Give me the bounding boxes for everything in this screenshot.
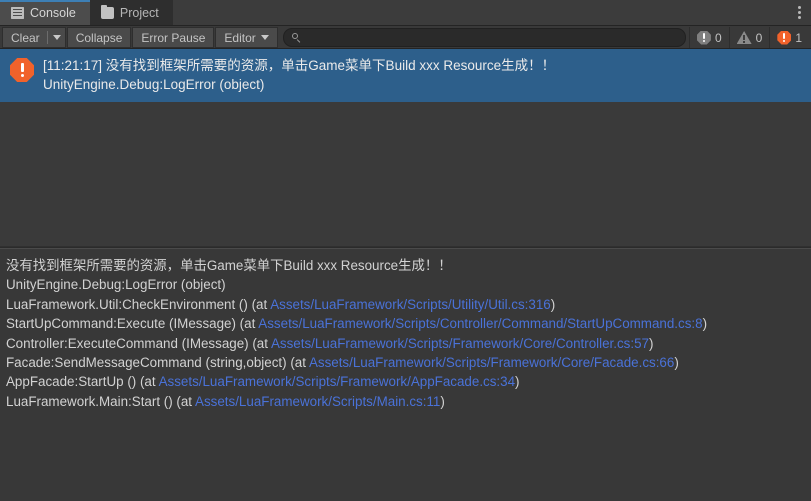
window-tab-bar: Console Project <box>0 0 811 26</box>
error-count: 0 <box>714 30 722 45</box>
collapse-label: Collapse <box>75 30 123 45</box>
stacktrace-file-link[interactable]: Assets/LuaFramework/Scripts/Controller/C… <box>258 316 702 331</box>
stacktrace-segment: Facade:SendMessageCommand (string,object… <box>6 355 309 371</box>
stacktrace-line: Controller:ExecuteCommand (IMessage) (at… <box>6 334 805 353</box>
folder-icon <box>100 4 114 19</box>
tab-console[interactable]: Console <box>0 0 90 25</box>
log-entry-line1: [11:21:17] 没有找到框架所需要的资源，单击Game菜单下Build x… <box>43 58 556 73</box>
stacktrace-line: 没有找到框架所需要的资源，单击Game菜单下Build xxx Resource… <box>6 256 805 275</box>
kebab-menu-icon <box>797 11 801 14</box>
editor-dropdown-label: Editor <box>224 30 256 45</box>
warning-count: 0 <box>755 30 763 45</box>
stacktrace-file-link[interactable]: Assets/LuaFramework/Scripts/Main.cs:11 <box>195 394 440 409</box>
search-input[interactable] <box>305 31 677 44</box>
stacktrace-segment: UnityEngine.Debug:LogError (object) <box>6 277 226 293</box>
tab-console-label: Console <box>30 5 76 20</box>
error-pause-label: Error Pause <box>141 30 206 45</box>
stacktrace-segment: ) <box>440 393 445 409</box>
stacktrace-segment: LuaFramework.Main:Start () (at <box>6 393 196 409</box>
stacktrace-line: LuaFramework.Main:Start () (at Assets/Lu… <box>6 392 805 411</box>
stacktrace-line: Facade:SendMessageCommand (string,object… <box>6 353 805 372</box>
stacktrace-segment: 没有找到框架所需要的资源，单击Game菜单下Build xxx Resource… <box>6 258 452 273</box>
stacktrace-file-link[interactable]: Assets/LuaFramework/Scripts/Framework/Co… <box>309 355 674 370</box>
error-octagon-icon <box>10 58 34 82</box>
stacktrace-segment: ) <box>515 374 520 390</box>
info-count: 1 <box>795 30 802 45</box>
tab-project[interactable]: Project <box>89 0 173 25</box>
tab-project-label: Project <box>119 5 159 20</box>
stacktrace-segment: StartUpCommand:Execute (IMessage) (at <box>6 316 259 332</box>
stacktrace-file-link[interactable]: Assets/LuaFramework/Scripts/Utility/Util… <box>270 297 551 312</box>
window-menu-button[interactable] <box>787 0 811 25</box>
log-entry-text: [11:21:17] 没有找到框架所需要的资源，单击Game菜单下Build x… <box>43 56 555 94</box>
stacktrace-panel[interactable]: 没有找到框架所需要的资源，单击Game菜单下Build xxx Resource… <box>0 249 811 501</box>
editor-dropdown[interactable]: Editor <box>215 27 278 48</box>
log-entry-list[interactable]: [11:21:17] 没有找到框架所需要的资源，单击Game菜单下Build x… <box>0 49 811 246</box>
console-toolbar: Clear Collapse Error Pause Editor 0 0 1 <box>0 26 811 49</box>
clear-button[interactable]: Clear <box>2 27 66 48</box>
search-icon <box>291 33 301 42</box>
clear-button-label: Clear <box>11 30 40 45</box>
stacktrace-file-link[interactable]: Assets/LuaFramework/Scripts/Framework/Ap… <box>159 374 515 389</box>
stacktrace-segment: Controller:ExecuteCommand (IMessage) (at <box>6 335 271 351</box>
error-octagon-icon <box>696 30 711 45</box>
stacktrace-line: UnityEngine.Debug:LogError (object) <box>6 275 805 294</box>
unity-console-window: Console Project Clear Collapse Error Pau… <box>0 0 811 501</box>
stacktrace-segment: AppFacade:StartUp () (at <box>6 374 159 390</box>
info-counter[interactable]: 1 <box>769 27 809 48</box>
error-octagon-active-icon <box>777 30 792 45</box>
stacktrace-segment: ) <box>702 316 708 332</box>
stacktrace-segment: ) <box>648 335 654 351</box>
stacktrace-line: AppFacade:StartUp () (at Assets/LuaFrame… <box>6 372 805 391</box>
search-field[interactable] <box>282 28 686 47</box>
error-counter[interactable]: 0 <box>688 27 729 48</box>
clear-divider <box>46 31 48 44</box>
log-entry-row[interactable]: [11:21:17] 没有找到框架所需要的资源，单击Game菜单下Build x… <box>0 49 811 102</box>
chevron-down-icon[interactable] <box>52 35 61 40</box>
stacktrace-text: 没有找到框架所需要的资源，单击Game菜单下Build xxx Resource… <box>6 256 805 411</box>
stacktrace-file-link[interactable]: Assets/LuaFramework/Scripts/Framework/Co… <box>271 336 649 351</box>
collapse-toggle[interactable]: Collapse <box>66 27 132 48</box>
stacktrace-segment: LuaFramework.Util:CheckEnvironment () (a… <box>6 296 271 312</box>
chevron-down-icon <box>260 35 269 40</box>
stacktrace-segment: ) <box>550 296 556 312</box>
stacktrace-line: LuaFramework.Util:CheckEnvironment () (a… <box>6 295 805 314</box>
console-icon <box>11 6 24 19</box>
log-entry-line2: UnityEngine.Debug:LogError (object) <box>43 77 265 92</box>
warning-triangle-icon <box>736 31 752 44</box>
stacktrace-line: StartUpCommand:Execute (IMessage) (at As… <box>6 314 805 333</box>
warning-counter[interactable]: 0 <box>728 27 770 48</box>
error-pause-toggle[interactable]: Error Pause <box>132 27 215 48</box>
stacktrace-segment: ) <box>674 355 679 371</box>
